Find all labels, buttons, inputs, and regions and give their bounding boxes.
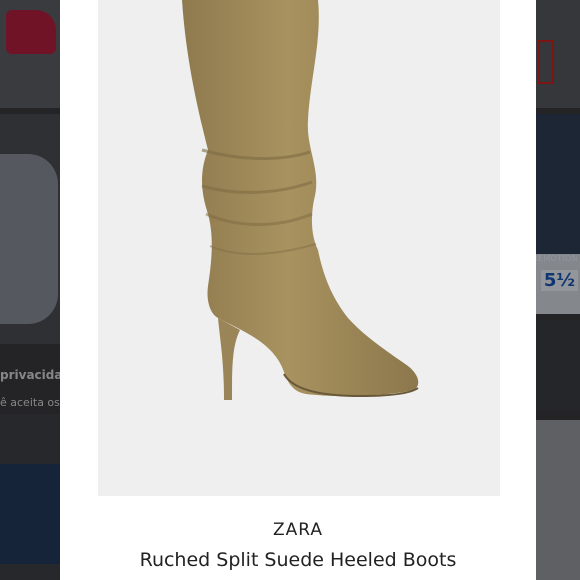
product-image[interactable] [98, 0, 500, 496]
boot-image-icon [98, 0, 500, 496]
product-modal: ZARA Ruched Split Suede Heeled Boots [60, 0, 536, 580]
product-title: Ruched Split Suede Heeled Boots [139, 549, 457, 571]
background-right-column: UREMOTION 5½ [534, 0, 580, 580]
background-left-column: privacidad ê aceita os [0, 0, 62, 580]
product-brand: ZARA [272, 520, 324, 540]
